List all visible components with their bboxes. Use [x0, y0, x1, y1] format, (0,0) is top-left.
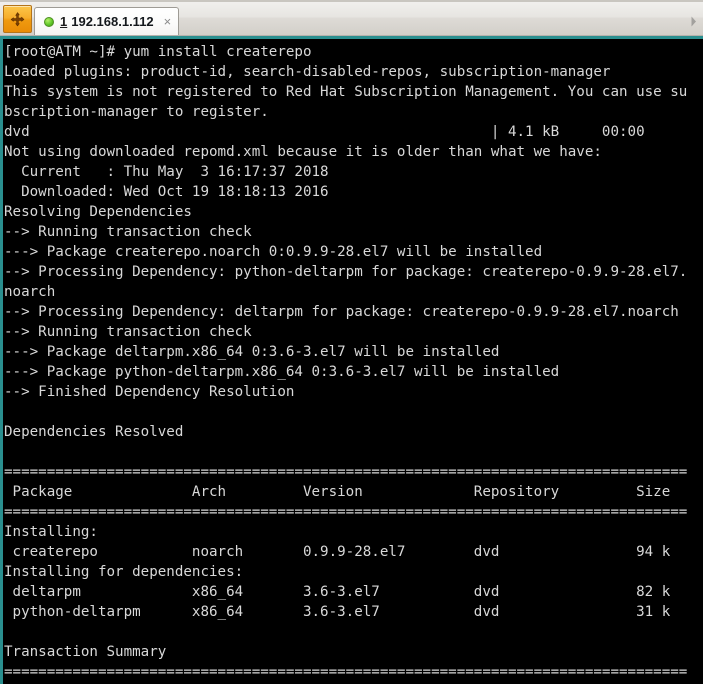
- terminal-line: ---> Package createrepo.noarch 0:0.9.9-2…: [4, 244, 543, 260]
- tab-index-label: 1: [60, 14, 68, 29]
- terminal-line: Current : Thu May 3 16:17:37 2018: [4, 164, 329, 180]
- terminal-line: ========================================…: [4, 464, 688, 480]
- terminal-line: dvd | 4.1 kB 00:00: [4, 124, 645, 140]
- terminal-line: ========================================…: [4, 664, 688, 680]
- terminal-line: Resolving Dependencies: [4, 204, 192, 220]
- terminal-line: Dependencies Resolved: [4, 424, 184, 440]
- terminal-line: This system is not registered to Red Hat…: [4, 84, 688, 100]
- terminal-window: 1 192.168.1.112 × [root@ATM ~]# yum inst…: [0, 0, 703, 684]
- terminal-line: python-deltarpm x86_64 3.6-3.el7 dvd 31 …: [4, 604, 671, 620]
- terminal-line: ========================================…: [4, 504, 688, 520]
- terminal-line: --> Processing Dependency: deltarpm for …: [4, 304, 679, 320]
- terminal-line: Transaction Summary: [4, 644, 167, 660]
- terminal-line: noarch: [4, 284, 56, 300]
- terminal-line: Loaded plugins: product-id, search-disab…: [4, 64, 611, 80]
- tab-192-168-1-112[interactable]: 1 192.168.1.112 ×: [34, 7, 180, 35]
- terminal-line: Not using downloaded repomd.xml because …: [4, 144, 602, 160]
- terminal-line: bscription-manager to register.: [4, 104, 269, 120]
- move-cross-icon: [10, 11, 25, 27]
- terminal-line: --> Finished Dependency Resolution: [4, 384, 295, 400]
- terminal-line: deltarpm x86_64 3.6-3.el7 dvd 82 k: [4, 584, 671, 600]
- terminal-viewport[interactable]: [root@ATM ~]# yum install createrepo Load…: [0, 36, 703, 684]
- terminal-line: --> Running transaction check: [4, 224, 252, 240]
- terminal-line: Package Arch Version Repository Size: [4, 484, 671, 500]
- close-icon[interactable]: ×: [164, 15, 172, 28]
- green-status-dot-icon: [44, 16, 54, 27]
- terminal-line: ---> Package deltarpm.x86_64 0:3.6-3.el7…: [4, 344, 500, 360]
- terminal-line: Downloaded: Wed Oct 19 18:18:13 2016: [4, 184, 329, 200]
- terminal-line: Installing:: [4, 524, 98, 540]
- terminal-line: [root@ATM ~]# yum install createrepo: [4, 44, 312, 60]
- terminal-line: --> Running transaction check: [4, 324, 252, 340]
- tab-title-label: 192.168.1.112: [71, 14, 154, 29]
- chevron-right-icon[interactable]: [686, 11, 700, 31]
- terminal-line: Installing for dependencies:: [4, 564, 244, 580]
- terminal-output[interactable]: [root@ATM ~]# yum install createrepo Load…: [3, 39, 703, 684]
- terminal-line: ---> Package python-deltarpm.x86_64 0:3.…: [4, 364, 560, 380]
- terminal-line: createrepo noarch 0.9.9-28.el7 dvd 94 k: [4, 544, 671, 560]
- tabstrip: 1 192.168.1.112 ×: [34, 0, 703, 35]
- titlebar: 1 192.168.1.112 ×: [0, 0, 703, 36]
- app-menu-button[interactable]: [3, 5, 32, 33]
- terminal-line: --> Processing Dependency: python-deltar…: [4, 264, 688, 280]
